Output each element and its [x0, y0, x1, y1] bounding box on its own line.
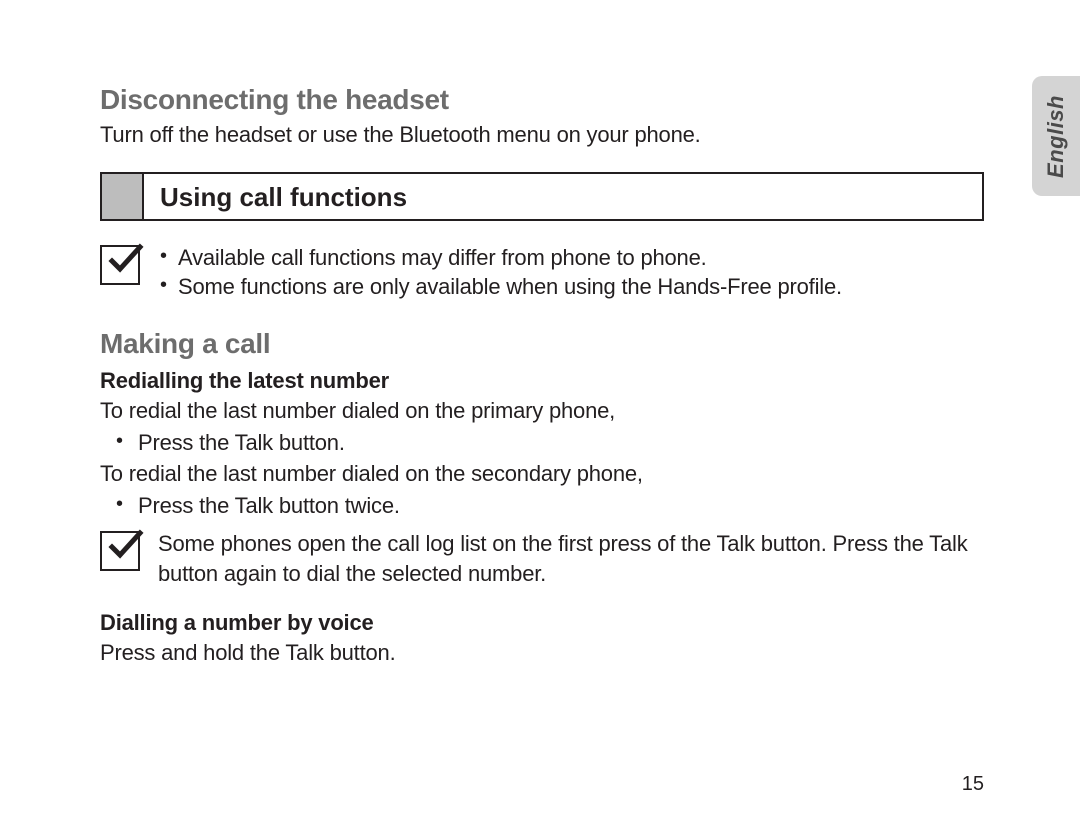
redial-secondary-list: Press the Talk button twice.: [100, 491, 984, 521]
body-disconnecting: Turn off the headset or use the Bluetoot…: [100, 120, 984, 150]
list-item: Press the Talk button twice.: [106, 491, 984, 521]
redial-secondary-text: To redial the last number dialed on the …: [100, 459, 984, 489]
page-number: 15: [962, 773, 984, 796]
language-tab: English: [1032, 76, 1080, 196]
note1-list: Available call functions may differ from…: [158, 243, 984, 302]
checkbox-icon: [100, 245, 140, 285]
note1-item: Available call functions may differ from…: [158, 243, 984, 273]
heading-disconnecting: Disconnecting the headset: [100, 84, 984, 116]
language-tab-label: English: [1043, 95, 1069, 178]
list-item: Press the Talk button.: [106, 428, 984, 458]
subheading-voice-dial: Dialling a number by voice: [100, 610, 984, 636]
boxed-heading-text: Using call functions: [144, 174, 982, 219]
subheading-redial: Redialling the latest number: [100, 368, 984, 394]
redial-primary-text: To redial the last number dialed on the …: [100, 396, 984, 426]
checkbox-icon: [100, 531, 140, 571]
redial-primary-list: Press the Talk button.: [100, 428, 984, 458]
manual-page: English Disconnecting the headset Turn o…: [0, 0, 1080, 840]
note-block-1: Available call functions may differ from…: [100, 243, 984, 302]
boxed-heading-accent: [102, 174, 144, 219]
note2-text: Some phones open the call log list on th…: [158, 529, 984, 588]
heading-making-call: Making a call: [100, 328, 984, 360]
boxed-heading: Using call functions: [100, 172, 984, 221]
note1-item: Some functions are only available when u…: [158, 272, 984, 302]
voice-dial-text: Press and hold the Talk button.: [100, 638, 984, 668]
note-block-2: Some phones open the call log list on th…: [100, 529, 984, 588]
